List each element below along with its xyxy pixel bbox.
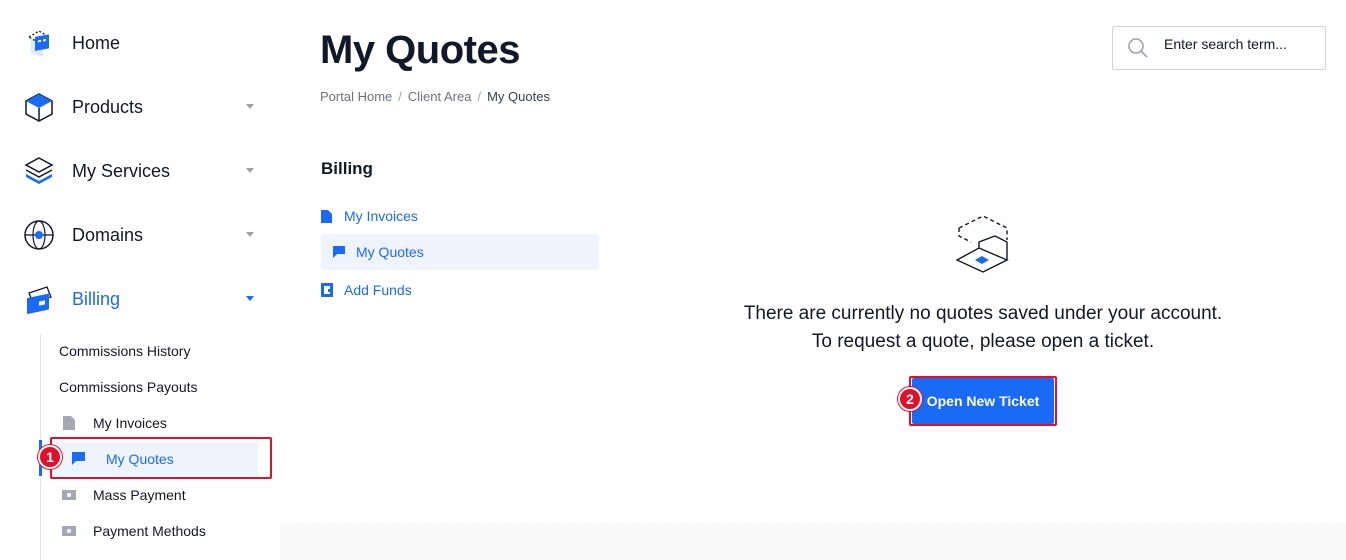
panel-item-label: My Invoices (344, 208, 418, 224)
sidebar-item-my-services[interactable]: My Services (22, 151, 262, 191)
breadcrumb-current: My Quotes (487, 89, 550, 104)
search-placeholder: Enter search term... (1164, 36, 1287, 52)
submenu-item-label: My Quotes (106, 451, 174, 467)
search-input[interactable]: Enter search term... (1112, 26, 1326, 70)
footer-band (280, 523, 1346, 560)
submenu-item-my-invoices[interactable]: My Invoices (52, 406, 258, 440)
sidebar: Home Products My Services Domains Billin… (0, 0, 280, 560)
submenu-item-payment-methods[interactable]: Payment Methods (52, 514, 258, 548)
products-icon (22, 90, 56, 124)
sidebar-item-billing[interactable]: Billing (22, 279, 262, 319)
cash-icon (52, 526, 93, 536)
submenu-item-my-quotes[interactable]: My Quotes (54, 442, 258, 476)
annotation-step-2-badge: 2 (898, 387, 922, 411)
panel-item-label: My Quotes (356, 244, 424, 260)
sidebar-item-domains[interactable]: Domains (22, 215, 262, 255)
document-icon (52, 416, 93, 430)
cash-icon (52, 490, 93, 500)
sidebar-item-label: Home (72, 32, 121, 53)
document-icon (321, 209, 344, 223)
home-icon (22, 26, 56, 60)
submenu-item-label: My Invoices (93, 415, 167, 431)
annotation-step-1-badge: 1 (38, 445, 62, 469)
domains-icon (22, 218, 56, 252)
empty-state-line-2: To request a quote, please open a ticket… (811, 331, 1155, 352)
breadcrumb-portal-home[interactable]: Portal Home (320, 89, 392, 104)
panel-item-label: Add Funds (344, 282, 412, 298)
flag-icon (333, 245, 356, 259)
breadcrumb-separator: / (398, 89, 402, 104)
services-icon (22, 154, 56, 188)
sidebar-item-label: Products (72, 96, 144, 117)
sidebar-item-label: My Services (72, 160, 171, 181)
chevron-down-icon (246, 168, 254, 173)
page-title: My Quotes (320, 28, 520, 72)
empty-state-line-1: There are currently no quotes saved unde… (743, 303, 1223, 324)
empty-box-illustration (949, 206, 1017, 278)
search-icon (1127, 37, 1149, 59)
billing-panel-title: Billing (321, 159, 373, 178)
empty-state-message: There are currently no quotes saved unde… (683, 300, 1283, 356)
open-new-ticket-button[interactable]: Open New Ticket (912, 378, 1054, 424)
chevron-down-icon (246, 296, 254, 301)
submenu-item-label: Payment Methods (93, 523, 206, 539)
sidebar-item-label: Domains (72, 224, 144, 245)
chevron-down-icon (246, 232, 254, 237)
submenu-item-label: Mass Payment (93, 487, 186, 503)
panel-item-add-funds[interactable]: Add Funds (321, 272, 599, 308)
sidebar-item-products[interactable]: Products (22, 87, 262, 127)
breadcrumb: Portal Home / Client Area / My Quotes (320, 89, 550, 104)
billing-icon (22, 282, 56, 316)
chevron-down-icon (246, 104, 254, 109)
sidebar-item-label: Billing (72, 288, 121, 309)
submenu-item-commissions-history[interactable]: Commissions History (52, 334, 258, 368)
sidebar-item-home[interactable]: Home (22, 23, 262, 63)
panel-item-my-invoices[interactable]: My Invoices (321, 198, 599, 234)
submenu-item-label: Commissions Payouts (59, 379, 198, 395)
submenu-item-label: Commissions History (59, 343, 191, 359)
breadcrumb-client-area[interactable]: Client Area (408, 89, 472, 104)
submenu-item-mass-payment[interactable]: Mass Payment (52, 478, 258, 512)
wallet-icon (321, 283, 344, 297)
breadcrumb-separator: / (477, 89, 482, 104)
submenu-item-commissions-payouts[interactable]: Commissions Payouts (52, 370, 258, 404)
panel-item-my-quotes[interactable]: My Quotes (321, 234, 599, 270)
